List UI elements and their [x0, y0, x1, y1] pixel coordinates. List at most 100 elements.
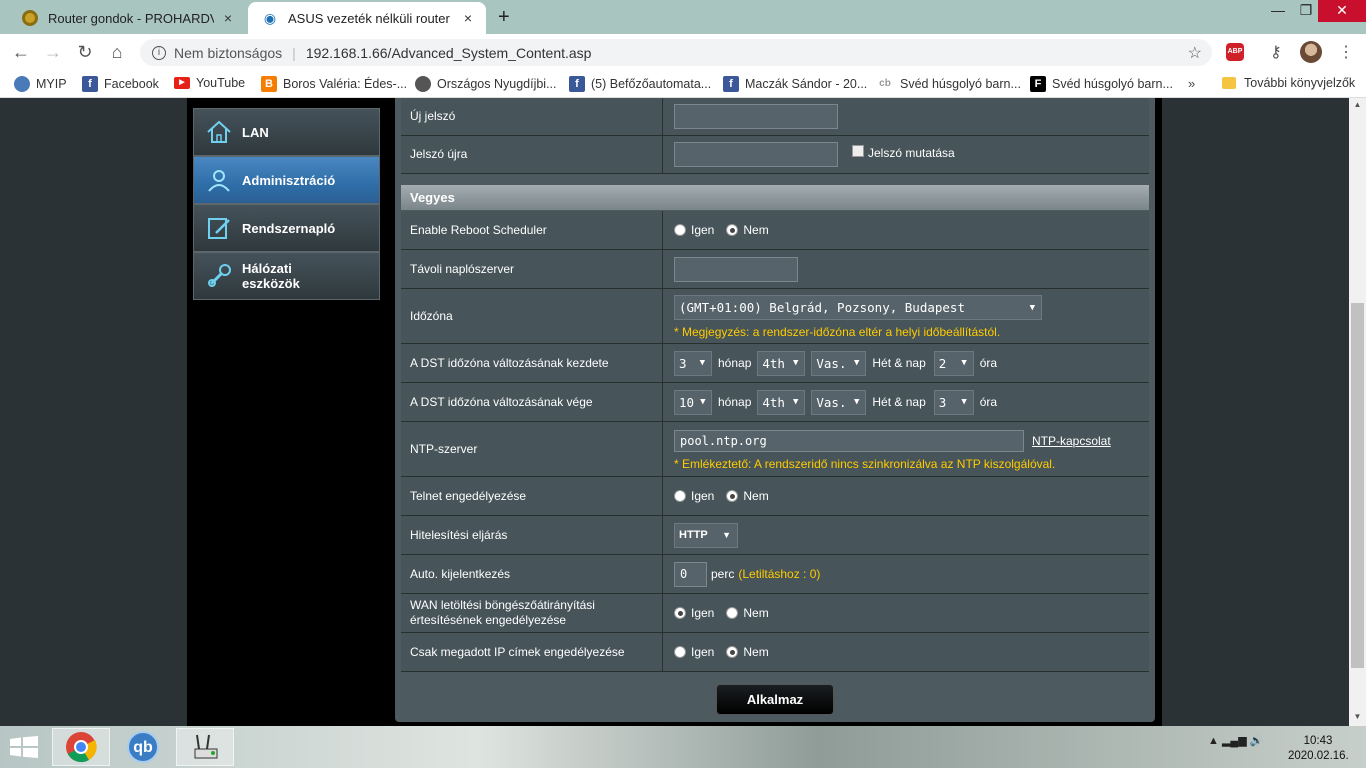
chevron-down-icon: ▼: [699, 358, 705, 368]
bookmark-item[interactable]: Országos Nyugdíjbi...: [415, 76, 557, 92]
dst-start-month-select[interactable]: 3 ▼: [674, 350, 712, 376]
auth-method-row: Hitelesítési eljárás HTTP ▼: [401, 516, 1149, 555]
select-value: 4th: [762, 355, 785, 371]
apply-button[interactable]: Alkalmaz: [716, 684, 834, 715]
radio-label: Igen: [691, 223, 715, 237]
dst-start-week-select[interactable]: 4th ▼: [757, 350, 806, 376]
taskbar-network-tool[interactable]: [176, 728, 234, 766]
password-again-field[interactable]: [674, 142, 838, 167]
back-button[interactable]: ←: [10, 42, 32, 62]
bookmarks-more-button[interactable]: »: [1188, 76, 1195, 91]
reload-button[interactable]: ↻: [74, 42, 96, 62]
telnet-label: Telnet engedélyezése: [401, 477, 663, 515]
tab-close-icon[interactable]: ×: [220, 10, 236, 26]
close-window-button[interactable]: ✕: [1318, 0, 1366, 22]
remote-log-server-field[interactable]: [674, 256, 798, 282]
telnet-yes-radio[interactable]: Igen: [674, 489, 714, 503]
reboot-scheduler-yes-radio[interactable]: Igen: [674, 223, 714, 237]
sidebar-item-network-tools[interactable]: Hálózati eszközök: [193, 252, 380, 300]
bookmark-item[interactable]: MYIP: [14, 76, 67, 92]
browser-tab-bar: Router gondok - PROHARDVER! × ◉ ASUS vez…: [0, 0, 1366, 34]
wrench-tools-icon: [208, 264, 231, 287]
new-password-field[interactable]: [674, 104, 838, 129]
radio-dot: [726, 646, 739, 658]
ip-whitelist-no-radio[interactable]: Nem: [726, 645, 769, 659]
new-tab-button[interactable]: +: [498, 6, 510, 29]
tab-asus-router[interactable]: ◉ ASUS vezeték nélküli router RT-N12 ×: [248, 2, 486, 34]
sidebar-item-label: Hálózati eszközök: [242, 261, 300, 291]
auto-logout-row: Auto. kijelentkezés 0 perc (Letiltáshoz …: [401, 555, 1149, 594]
dst-end-week-select[interactable]: 4th ▼: [757, 389, 806, 415]
show-password-label: Jelszó mutatása: [868, 145, 955, 160]
browser-toolbar: ← → ↻ ⌂ i Nem biztonságos | 192.168.1.66…: [0, 34, 1366, 70]
home-button[interactable]: ⌂: [106, 42, 128, 62]
info-icon[interactable]: i: [152, 45, 166, 60]
taskbar-chrome[interactable]: [52, 728, 110, 766]
page-content: LAN Adminisztráció Rendszernapló Hálózat…: [0, 98, 1366, 726]
wan-redirect-yes-radio[interactable]: Igen: [674, 606, 714, 620]
dst-start-day-select[interactable]: Vas. ▼: [811, 350, 867, 376]
sidebar-item-label: Rendszernapló: [242, 220, 336, 236]
bookmark-item[interactable]: F Svéd húsgolyó barn...: [1030, 76, 1173, 92]
tab-close-icon[interactable]: ×: [460, 10, 476, 26]
browser-menu-icon[interactable]: ⋮: [1338, 42, 1354, 62]
bookmark-label: Svéd húsgolyó barn...: [1052, 77, 1173, 91]
clock-date: 2020.02.16.: [1288, 750, 1349, 762]
dst-end-day-select[interactable]: Vas. ▼: [811, 389, 867, 415]
profile-avatar[interactable]: [1300, 41, 1322, 63]
bookmark-item[interactable]: f (5) Befőzőautomata...: [569, 76, 711, 92]
adblock-plus-icon[interactable]: ABP: [1226, 43, 1244, 61]
auto-logout-field[interactable]: 0: [674, 561, 707, 587]
dst-start-label: A DST időzóna változásának kezdete: [401, 344, 663, 382]
dst-end-hour-select[interactable]: 3 ▼: [933, 389, 974, 415]
telnet-no-radio[interactable]: Nem: [726, 489, 769, 503]
url-text[interactable]: 192.168.1.66/Advanced_System_Content.asp: [306, 45, 592, 61]
address-bar[interactable]: i Nem biztonságos | 192.168.1.66/Advance…: [140, 39, 1212, 66]
sidebar-item-system-log[interactable]: Rendszernapló: [193, 204, 380, 252]
dst-end-month-select[interactable]: 10 ▼: [674, 389, 712, 415]
chevron-down-icon: ▼: [792, 358, 799, 368]
auto-logout-label: Auto. kijelentkezés: [401, 555, 663, 593]
scroll-thumb[interactable]: [1351, 303, 1364, 668]
wifi-favicon-icon: ◉: [263, 10, 277, 26]
month-label: hónap: [718, 395, 752, 409]
security-label[interactable]: Nem biztonságos: [174, 45, 282, 61]
tab-title: ASUS vezeték nélküli router RT-N12: [288, 10, 454, 26]
taskbar-clock[interactable]: 10:43 2020.02.16.: [1288, 734, 1349, 764]
new-password-label: Új jelszó: [401, 98, 663, 135]
ip-whitelist-yes-radio[interactable]: Igen: [674, 645, 714, 659]
select-value: Vas.: [816, 355, 847, 371]
bookmark-item[interactable]: B Boros Valéria: Édes-...: [261, 76, 407, 92]
start-icon[interactable]: [10, 736, 38, 758]
timezone-select[interactable]: (GMT+01:00) Belgrád, Pozsony, Budapest ▼: [674, 295, 1042, 320]
windows-taskbar: qb ▲ ▂▄▆ 🔊 10:43 2020.02.16.: [0, 726, 1366, 768]
scroll-down-icon[interactable]: ▼: [1349, 712, 1366, 721]
forward-button[interactable]: →: [42, 42, 64, 62]
show-password-checkbox[interactable]: [852, 144, 864, 157]
radio-label: Igen: [691, 489, 715, 503]
sidebar-item-lan[interactable]: LAN: [193, 108, 380, 156]
bookmark-star-icon[interactable]: ☆: [1188, 43, 1202, 63]
bookmark-item[interactable]: f Maczák Sándor - 20...: [723, 76, 867, 92]
bookmark-item[interactable]: ▶ YouTube: [174, 76, 245, 90]
bookmark-item[interactable]: cb Svéd húsgolyó barn...: [876, 76, 1021, 92]
taskbar-qbittorrent[interactable]: qb: [114, 728, 172, 766]
page-scrollbar[interactable]: ▲ ▼: [1349, 98, 1366, 726]
key-icon[interactable]: ⚷: [1270, 42, 1282, 62]
other-bookmarks-folder[interactable]: További könyvjelzők: [1222, 76, 1355, 90]
tab-prohardver[interactable]: Router gondok - PROHARDVER! ×: [8, 2, 246, 34]
ntp-link[interactable]: NTP-kapcsolat: [1032, 434, 1111, 448]
scroll-up-icon[interactable]: ▲: [1349, 100, 1366, 109]
reboot-scheduler-no-radio[interactable]: Nem: [726, 223, 769, 237]
ntp-server-field[interactable]: pool.ntp.org: [674, 429, 1024, 452]
dst-start-row: A DST időzóna változásának kezdete 3 ▼ hó…: [401, 344, 1149, 383]
bookmark-label: MYIP: [36, 77, 67, 91]
wan-redirect-no-radio[interactable]: Nem: [726, 606, 769, 620]
bookmark-item[interactable]: f Facebook: [82, 76, 159, 92]
auth-method-select[interactable]: HTTP ▼: [674, 522, 738, 548]
sidebar-item-administration[interactable]: Adminisztráció: [193, 156, 380, 204]
dst-start-hour-select[interactable]: 2 ▼: [933, 350, 974, 376]
admin-user-icon: [208, 170, 230, 192]
system-tray[interactable]: ▲ ▂▄▆ 🔊: [1208, 734, 1263, 747]
home-icon: [207, 120, 231, 143]
